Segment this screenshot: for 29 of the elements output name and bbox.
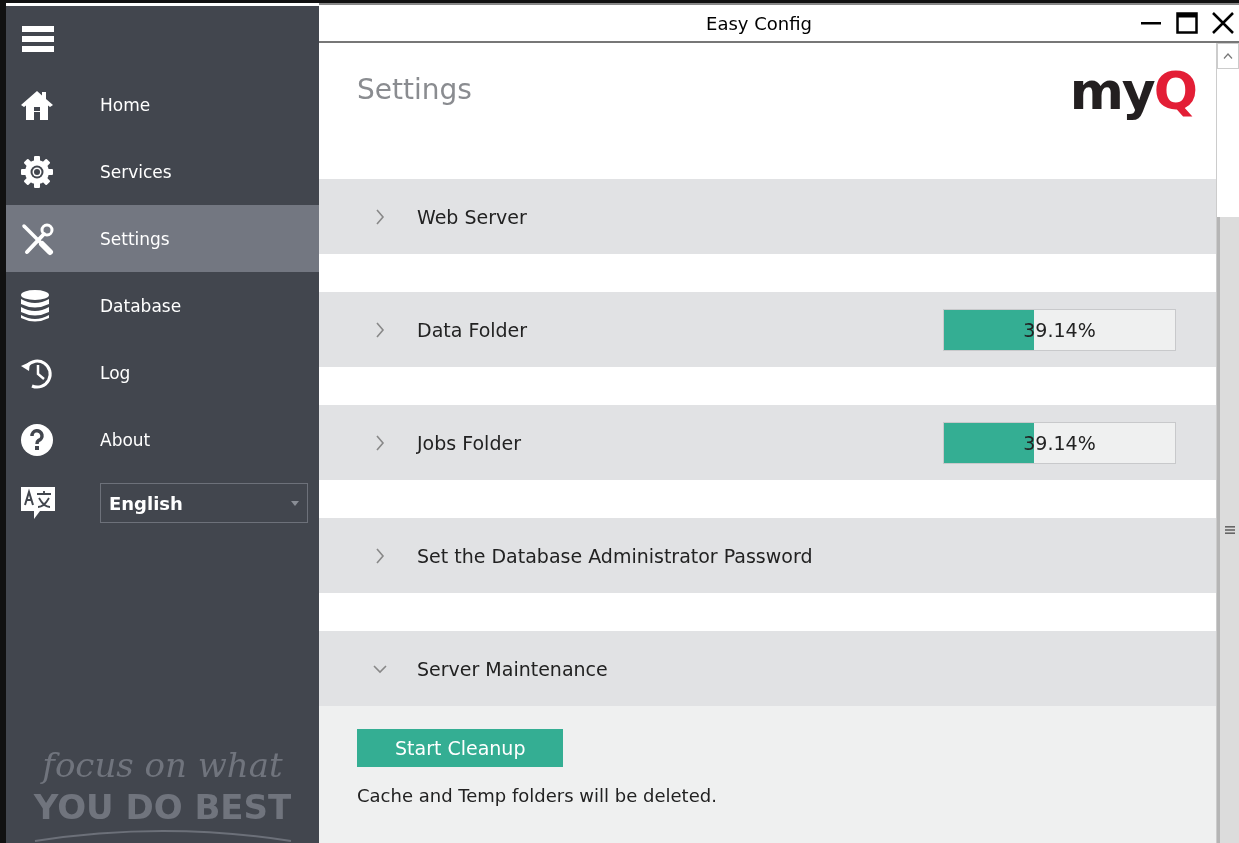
section-header[interactable]: Web Server bbox=[319, 179, 1216, 254]
language-dropdown[interactable]: English bbox=[100, 483, 308, 523]
sidebar-item[interactable]: Services bbox=[6, 138, 319, 205]
scrollbar[interactable] bbox=[1216, 43, 1239, 843]
page-title: Settings bbox=[357, 73, 472, 106]
sidebar-item[interactable]: About bbox=[6, 406, 319, 473]
scroll-up-button[interactable] bbox=[1217, 43, 1239, 69]
translate-icon bbox=[20, 485, 56, 521]
help-icon bbox=[20, 422, 54, 457]
sidebar-item[interactable]: Database bbox=[6, 272, 319, 339]
section-header[interactable]: Server Maintenance bbox=[319, 631, 1216, 706]
menu-icon bbox=[22, 23, 54, 54]
window-title: Easy Config bbox=[705, 12, 813, 34]
sidebar-item[interactable]: Log bbox=[6, 339, 319, 406]
gear-icon bbox=[20, 154, 54, 189]
logo: myQ bbox=[1069, 60, 1196, 123]
grip-icon bbox=[1224, 525, 1235, 535]
dropdown-caret-icon bbox=[291, 500, 299, 506]
tools-icon bbox=[20, 221, 54, 256]
maximize-button[interactable] bbox=[1175, 11, 1199, 35]
home-icon bbox=[20, 88, 54, 121]
note-text: Cache and Temp folders will be deleted. bbox=[357, 785, 717, 806]
section-header[interactable]: Set the Database Administrator Password bbox=[319, 518, 1216, 593]
sidebar-item[interactable]: Settings bbox=[6, 205, 319, 272]
sidebar-item[interactable]: Home bbox=[6, 71, 319, 138]
scrollbar-thumb[interactable] bbox=[1217, 217, 1239, 843]
database-icon bbox=[20, 288, 50, 323]
close-button[interactable] bbox=[1211, 11, 1235, 35]
caret-up-icon bbox=[1223, 53, 1233, 59]
